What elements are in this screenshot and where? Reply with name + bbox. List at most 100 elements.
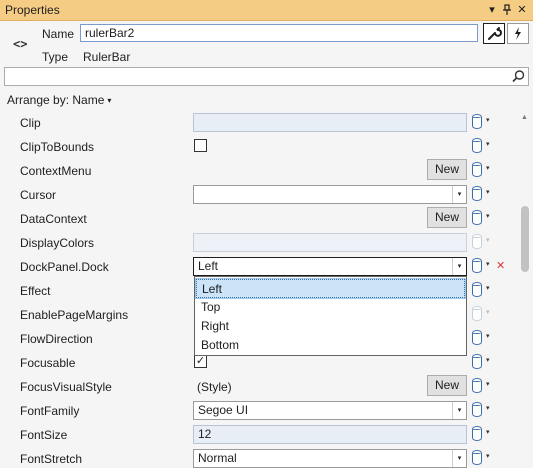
chevron-down-icon: ▾: [486, 285, 490, 292]
database-icon: [472, 306, 482, 321]
chevron-down-icon: ▾: [486, 117, 490, 124]
combobox-value: Normal: [198, 451, 237, 465]
property-name: DataContext: [20, 212, 87, 226]
database-icon: [472, 450, 482, 465]
reset-property-icon[interactable]: ✕: [496, 259, 505, 272]
property-marker[interactable]: ▾: [472, 162, 494, 178]
search-input[interactable]: [4, 67, 529, 86]
close-icon[interactable]: ✕: [515, 2, 529, 18]
type-value: RulerBar: [83, 50, 131, 64]
datacontext-new-button[interactable]: New: [427, 207, 467, 228]
property-name: Effect: [20, 284, 51, 298]
property-marker[interactable]: ▾: [472, 402, 494, 418]
window-menu-icon[interactable]: ▾: [485, 2, 499, 18]
property-marker: ▾: [472, 234, 494, 250]
dropdown-arrow-icon[interactable]: ▾: [452, 450, 466, 467]
database-icon: [472, 330, 482, 345]
property-marker[interactable]: ▾: [472, 258, 494, 274]
property-row-datacontext: DataContext New ▾: [0, 206, 516, 230]
database-icon: [472, 426, 482, 441]
focusable-checkbox[interactable]: ✓: [194, 355, 207, 368]
database-icon: [472, 186, 482, 201]
property-name: DockPanel.Dock: [20, 260, 109, 274]
fontsize-field[interactable]: 12: [193, 425, 467, 444]
property-marker: ▾: [472, 306, 494, 322]
property-marker[interactable]: ▾: [472, 354, 494, 370]
property-name: DisplayColors: [20, 236, 95, 250]
name-field[interactable]: rulerBar2: [80, 24, 478, 42]
chevron-down-icon: ▾: [486, 261, 490, 268]
dock-option-bottom[interactable]: Bottom: [196, 336, 465, 355]
arrange-by-menu[interactable]: Arrange by: Name ▾: [7, 93, 111, 107]
dropdown-arrow-icon[interactable]: ▾: [452, 402, 466, 419]
property-row-focusvisualstyle: FocusVisualStyle (Style) New ▾: [0, 374, 516, 398]
dock-option-left[interactable]: Left: [195, 278, 466, 299]
property-name: Clip: [20, 116, 41, 130]
database-icon: [472, 282, 482, 297]
database-icon: [472, 258, 482, 273]
property-marker[interactable]: ▾: [472, 330, 494, 346]
property-value: (Style): [197, 380, 232, 394]
cliptobounds-checkbox[interactable]: [194, 139, 207, 152]
property-marker[interactable]: ▾: [472, 210, 494, 226]
chevron-down-icon: ▾: [486, 357, 490, 364]
property-name: FocusVisualStyle: [20, 380, 112, 394]
chevron-down-icon: ▾: [486, 189, 490, 196]
dropdown-arrow-icon[interactable]: ▾: [452, 186, 466, 203]
clip-field[interactable]: [193, 113, 467, 132]
fontfamily-combobox[interactable]: Segoe UI ▾: [193, 401, 467, 420]
title-bar: Properties ▾ ✕: [0, 0, 533, 21]
pin-icon[interactable]: [500, 2, 514, 18]
chevron-down-icon: ▾: [486, 333, 490, 340]
dock-option-top[interactable]: Top: [196, 298, 465, 317]
dock-option-right[interactable]: Right: [196, 317, 465, 336]
chevron-down-icon: ▾: [486, 405, 490, 412]
chevron-down-icon: ▾: [486, 429, 490, 436]
property-marker[interactable]: ▾: [472, 450, 494, 466]
property-name: Focusable: [20, 356, 76, 370]
contextmenu-new-button[interactable]: New: [427, 159, 467, 180]
property-row-displaycolors: DisplayColors ▾: [0, 230, 516, 254]
chevron-down-icon: ▾: [486, 165, 490, 172]
property-row-clip: Clip ▾: [0, 110, 516, 134]
scrollbar-thumb[interactable]: [521, 206, 529, 272]
type-label: Type: [42, 50, 69, 64]
property-marker[interactable]: ▾: [472, 186, 494, 202]
property-marker[interactable]: ▾: [472, 114, 494, 130]
database-icon: [472, 234, 482, 249]
scroll-up-arrow-icon[interactable]: ▲: [521, 114, 528, 121]
dock-combobox[interactable]: Left ▾: [193, 257, 467, 276]
property-row-fontfamily: FontFamily Segoe UI ▾ ▾: [0, 398, 516, 422]
wrench-icon: [488, 27, 502, 40]
chevron-down-icon: ▾: [486, 213, 490, 220]
events-view-button[interactable]: [507, 23, 529, 44]
property-name: ContextMenu: [20, 164, 92, 178]
property-name: FlowDirection: [20, 332, 93, 346]
lightning-icon: [515, 27, 521, 40]
property-name: FontSize: [20, 428, 68, 442]
chevron-down-icon: ▾: [486, 381, 490, 388]
property-marker[interactable]: ▾: [472, 282, 494, 298]
property-marker[interactable]: ▾: [472, 426, 494, 442]
chevron-down-icon: ▾: [486, 237, 490, 244]
cursor-combobox[interactable]: ▾: [193, 185, 467, 204]
chevron-down-icon: ▾: [486, 453, 490, 460]
property-marker[interactable]: ▾: [472, 378, 494, 394]
properties-view-button[interactable]: [483, 23, 505, 44]
dock-dropdown-list: Left Top Right Bottom: [194, 276, 467, 356]
database-icon: [472, 138, 482, 153]
property-name: Cursor: [20, 188, 57, 202]
property-marker[interactable]: ▾: [472, 138, 494, 154]
database-icon: [472, 354, 482, 369]
dropdown-arrow-icon[interactable]: ▾: [452, 258, 466, 275]
fontstretch-combobox[interactable]: Normal ▾: [193, 449, 467, 468]
property-row-cliptobounds: ClipToBounds ▾: [0, 134, 516, 158]
database-icon: [472, 210, 482, 225]
property-row-contextmenu: ContextMenu New ▾: [0, 158, 516, 182]
chevron-down-icon: ▾: [107, 96, 112, 105]
vertical-scrollbar[interactable]: ▲: [517, 110, 533, 468]
displaycolors-field: [193, 233, 467, 252]
database-icon: [472, 402, 482, 417]
focusvisualstyle-new-button[interactable]: New: [427, 375, 467, 396]
property-name: FontStretch: [20, 452, 83, 466]
